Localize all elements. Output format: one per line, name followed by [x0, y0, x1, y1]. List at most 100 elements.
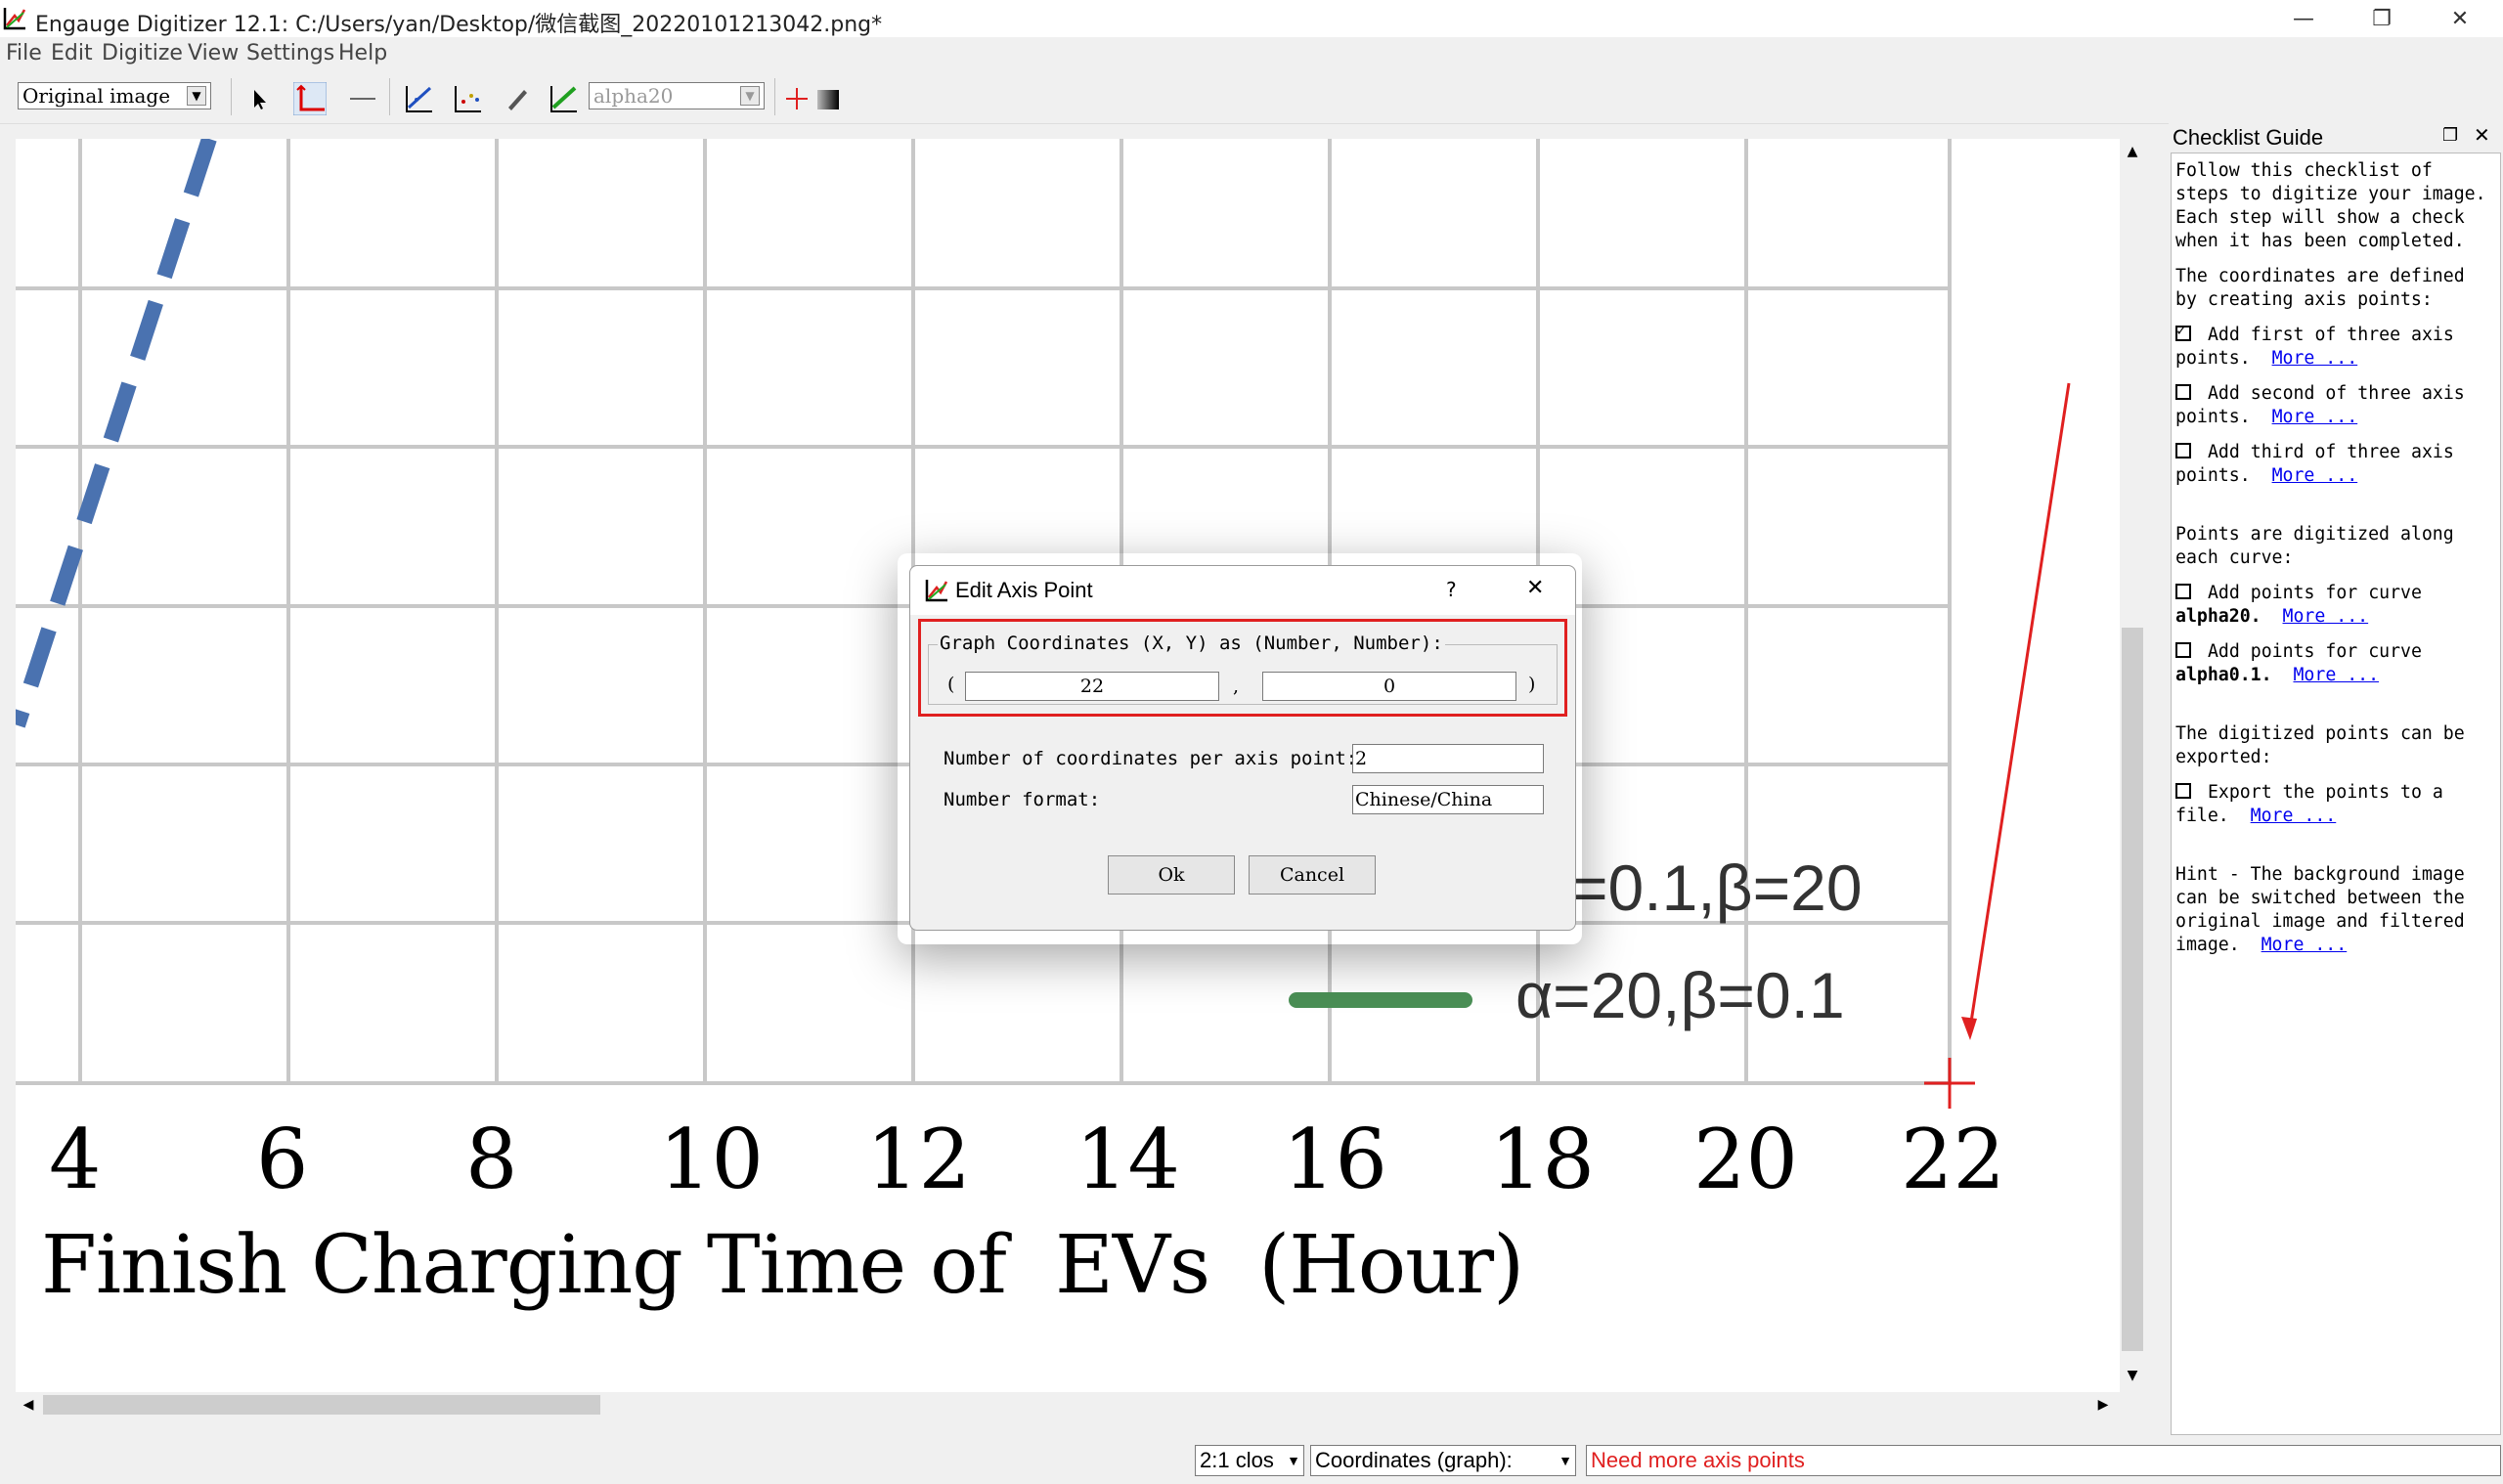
checkbox-icon — [2175, 783, 2191, 799]
scroll-down-icon[interactable]: ▼ — [2122, 1365, 2143, 1386]
checklist-body: Follow this checklist of steps to digiti… — [2171, 153, 2501, 1435]
restore-button[interactable]: ❐ — [2343, 0, 2421, 37]
background-mode-select[interactable]: Original image ▼ — [18, 82, 211, 109]
minimize-button[interactable]: — — [2264, 0, 2343, 37]
segment-fill-icon[interactable] — [548, 82, 581, 115]
checklist-text: Each step will show a check — [2175, 207, 2465, 228]
dialog-titlebar: Edit Axis Point ? ✕ — [910, 566, 1575, 615]
checklist-step-export: Export the points to a — [2172, 781, 2500, 805]
graph-coordinates-label: Graph Coordinates (X, Y) as (Number, Num… — [938, 633, 1445, 654]
menu-view[interactable]: View — [188, 41, 239, 65]
more-link[interactable]: More ... — [2251, 806, 2337, 826]
checkbox-checked-icon: ✓ — [2175, 321, 2191, 341]
coordinates-per-point-field[interactable]: 2 — [1352, 744, 1544, 773]
menu-settings[interactable]: Settings — [246, 41, 334, 65]
cancel-button[interactable]: Cancel — [1249, 855, 1376, 895]
engauge-app-icon — [3, 8, 26, 30]
coordinates-mode-value: Coordinates (graph): — [1315, 1448, 1513, 1472]
checklist-text: The coordinates are defined — [2175, 266, 2465, 286]
coordinates-mode-select[interactable]: Coordinates (graph): ▼ — [1310, 1445, 1576, 1476]
checklist-text: Follow this checklist of — [2175, 160, 2433, 181]
checklist-step-text: Add first of three axis — [2207, 325, 2454, 345]
x-coordinate-input[interactable]: 22 — [965, 672, 1219, 701]
more-link[interactable]: More ... — [2293, 665, 2379, 685]
checklist-hint: Hint - The background image — [2175, 864, 2465, 885]
help-button[interactable]: ? — [1446, 578, 1457, 601]
y-coordinate-input[interactable]: 0 — [1262, 672, 1516, 701]
checkbox-icon — [2175, 642, 2191, 658]
menu-file[interactable]: File — [6, 41, 42, 65]
number-format-label: Number format: — [944, 789, 1101, 810]
more-link[interactable]: More ... — [2272, 407, 2358, 427]
x-tick-label: 20 — [1693, 1112, 1798, 1207]
checklist-step-text: file. — [2175, 806, 2229, 826]
curve-alpha-blue — [16, 139, 217, 728]
axis-point-icon[interactable] — [293, 82, 327, 115]
close-window-button[interactable]: ✕ — [2421, 0, 2499, 37]
annotation-arrowhead — [1961, 1017, 1977, 1040]
x-tick-label: 18 — [1490, 1112, 1595, 1207]
checklist-step-text: Add points for curve — [2207, 641, 2422, 662]
more-link[interactable]: More ... — [2272, 348, 2358, 369]
scroll-right-icon[interactable]: ▶ — [2092, 1394, 2114, 1416]
toolbar: Original image ▼ alpha20 ▼ — [0, 70, 2503, 124]
checklist-text: Points are digitized along — [2175, 524, 2454, 545]
menu-edit[interactable]: Edit — [51, 41, 93, 65]
checklist-cross-icon[interactable] — [780, 82, 813, 115]
scroll-up-icon[interactable]: ▲ — [2122, 141, 2143, 162]
scale-bar-icon[interactable] — [346, 82, 379, 115]
x-tick-label: 6 — [256, 1112, 309, 1207]
checklist-text: The digitized points can be — [2175, 723, 2465, 744]
chevron-down-icon: ▼ — [187, 86, 206, 106]
zoom-select[interactable]: 2:1 clos ▼ — [1195, 1445, 1304, 1476]
more-link[interactable]: More ... — [2261, 935, 2348, 955]
checklist-text: when it has been completed. — [2175, 231, 2465, 251]
ok-button[interactable]: Ok — [1108, 855, 1235, 895]
checklist-step-text: points. — [2175, 465, 2251, 486]
x-tick-label: 4 — [49, 1112, 102, 1207]
checklist-step-text: Add third of three axis — [2207, 442, 2454, 462]
x-tick-label: 8 — [465, 1112, 518, 1207]
dialog-close-button[interactable]: ✕ — [1526, 576, 1544, 600]
x-tick-label: 14 — [1076, 1112, 1180, 1207]
menu-digitize[interactable]: Digitize — [102, 41, 183, 65]
vertical-scrollbar[interactable]: ▲ ▼ — [2120, 139, 2145, 1392]
checklist-step-text: points. — [2175, 407, 2251, 427]
checklist-step-text: points. — [2175, 348, 2251, 369]
checklist-text: each curve: — [2175, 547, 2294, 568]
checkbox-icon — [2175, 384, 2191, 400]
menu-help[interactable]: Help — [338, 41, 387, 65]
curve-select[interactable]: alpha20 ▼ — [589, 82, 765, 109]
checklist-text: steps to digitize your image. — [2175, 184, 2486, 204]
gradient-filter-icon[interactable] — [812, 82, 845, 115]
close-dock-icon[interactable]: ✕ — [2474, 123, 2490, 147]
x-tick-label: 22 — [1901, 1112, 2005, 1207]
pencil-icon[interactable] — [501, 82, 534, 115]
x-tick-label: 16 — [1283, 1112, 1387, 1207]
scroll-left-icon[interactable]: ◀ — [18, 1394, 39, 1416]
legend-label-blue: =0.1,β=20 — [1570, 851, 1863, 924]
status-message: Need more axis points — [1586, 1445, 2501, 1476]
float-dock-icon[interactable]: ❐ — [2442, 125, 2458, 146]
horizontal-scrollbar[interactable]: ◀ ▶ — [16, 1392, 2145, 1418]
more-link[interactable]: More ... — [2272, 465, 2358, 486]
checklist-step-text: Add points for curve — [2207, 583, 2422, 603]
curve-point-icon[interactable] — [403, 82, 436, 115]
more-link[interactable]: More ... — [2283, 606, 2369, 627]
checklist-step-text: Add second of three axis — [2207, 383, 2465, 404]
checklist-title: Checklist Guide — [2173, 125, 2324, 150]
status-bar: 2:1 clos ▼ Coordinates (graph): ▼ Need m… — [0, 1441, 2503, 1484]
checkbox-icon — [2175, 584, 2191, 599]
vertical-scroll-thumb[interactable] — [2122, 628, 2143, 1351]
dialog-title: Edit Axis Point — [955, 578, 1093, 602]
background-mode-value: Original image — [22, 84, 171, 108]
edit-axis-point-dialog: Edit Axis Point ? ✕ Graph Coordinates (X… — [909, 565, 1576, 931]
point-match-icon[interactable] — [452, 82, 485, 115]
annotation-arrow — [1968, 382, 2071, 1029]
number-format-field[interactable]: Chinese/China — [1352, 785, 1544, 814]
curve-select-value: alpha20 — [593, 84, 674, 108]
horizontal-scroll-thumb[interactable] — [43, 1395, 600, 1415]
x-tick-label: 10 — [659, 1112, 764, 1207]
zoom-value: 2:1 clos — [1200, 1448, 1274, 1472]
select-arrow-icon[interactable] — [242, 82, 276, 115]
